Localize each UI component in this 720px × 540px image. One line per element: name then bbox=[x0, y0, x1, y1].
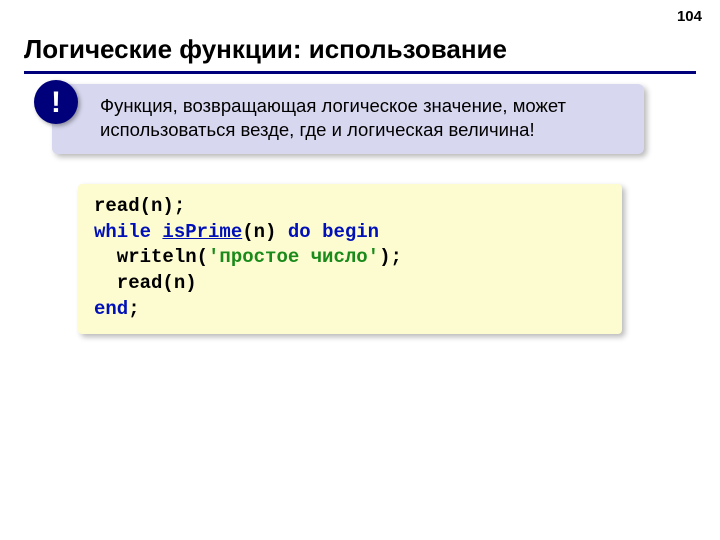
code-text bbox=[311, 221, 322, 243]
keyword-while: while bbox=[94, 221, 151, 243]
keyword-begin: begin bbox=[322, 221, 379, 243]
code-text: read(n) bbox=[94, 272, 197, 294]
slide-title: Логические функции: использование bbox=[24, 34, 696, 74]
exclamation-icon: ! bbox=[34, 80, 78, 124]
keyword-do: do bbox=[288, 221, 311, 243]
code-text: ); bbox=[379, 246, 402, 268]
code-text bbox=[151, 221, 162, 243]
code-text: ; bbox=[128, 298, 139, 320]
code-text: (n) bbox=[242, 221, 288, 243]
info-callout: ! Функция, возвращающая логическое значе… bbox=[52, 84, 644, 154]
page-number: 104 bbox=[677, 8, 702, 25]
string-literal: 'простое число' bbox=[208, 246, 379, 268]
callout-text: Функция, возвращающая логическое значени… bbox=[100, 95, 566, 140]
keyword-end: end bbox=[94, 298, 128, 320]
code-example: read(n); while isPrime(n) do begin write… bbox=[78, 184, 622, 334]
code-text: writeln( bbox=[94, 246, 208, 268]
function-isprime: isPrime bbox=[162, 221, 242, 243]
code-text: read(n); bbox=[94, 195, 185, 217]
